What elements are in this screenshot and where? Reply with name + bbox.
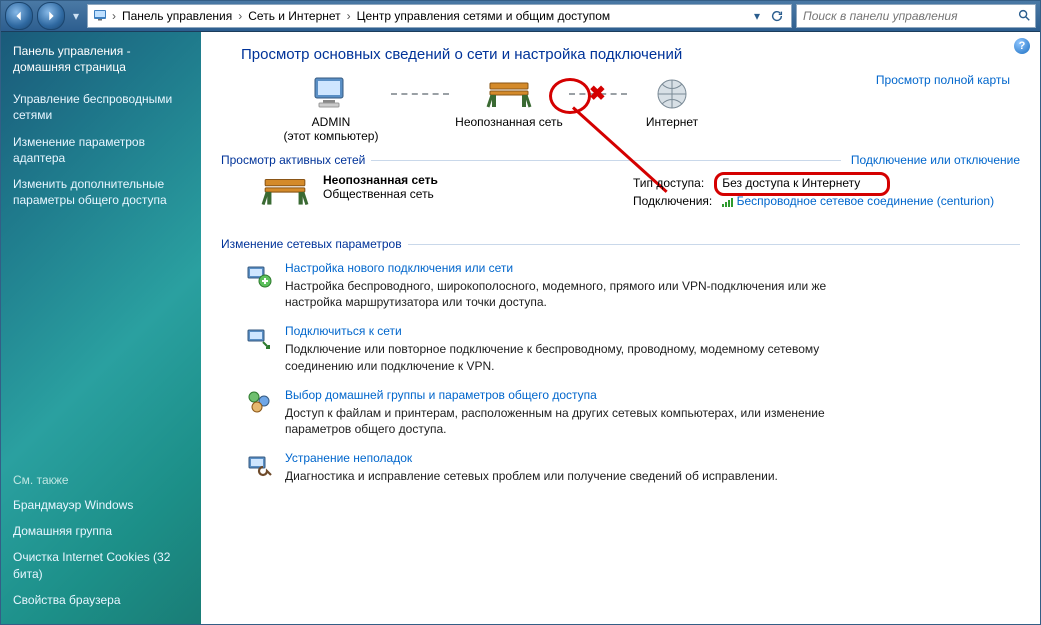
see-also-homegroup[interactable]: Домашняя группа	[13, 523, 189, 539]
sidebar-link-adapter[interactable]: Изменение параметров адаптера	[13, 134, 189, 166]
map-node-local-name: ADMIN	[271, 115, 391, 129]
connection-link[interactable]: Беспроводное сетевое соединение (centuri…	[737, 194, 995, 208]
map-node-local-sub: (этот компьютер)	[271, 129, 391, 143]
section-change-settings: Изменение сетевых параметров	[221, 237, 1020, 251]
option-connect-network: Подключиться к сети Подключение или повт…	[245, 324, 1020, 373]
connections-label: Подключения:	[633, 193, 720, 209]
control-panel-icon	[92, 7, 108, 26]
option-desc: Настройка беспроводного, широкополосного…	[285, 278, 845, 310]
breadcrumb-item[interactable]: Центр управления сетями и общим доступом	[355, 9, 613, 23]
map-node-network-name: Неопознанная сеть	[449, 115, 569, 129]
refresh-button[interactable]	[767, 7, 787, 25]
breadcrumb-sep: ›	[110, 9, 118, 23]
search-input[interactable]	[801, 8, 1017, 24]
map-node-internet-name: Интернет	[627, 115, 717, 129]
options-list: Настройка нового подключения или сети На…	[245, 261, 1020, 484]
map-connection-broken: ✖	[569, 93, 627, 95]
sidebar-home-link[interactable]: Панель управления - домашняя страница	[13, 44, 189, 75]
search-box[interactable]	[796, 4, 1036, 28]
section-active-networks: Просмотр активных сетей Подключение или …	[221, 153, 1020, 167]
homegroup-icon	[245, 388, 273, 416]
see-also-cookies[interactable]: Очистка Internet Cookies (32 бита)	[13, 549, 189, 581]
computer-icon	[271, 73, 391, 115]
active-network-name: Неопознанная сеть	[323, 173, 438, 187]
map-connection-line	[391, 93, 449, 95]
option-troubleshoot: Устранение неполадок Диагностика и испра…	[245, 451, 1020, 484]
option-desc: Подключение или повторное подключение к …	[285, 341, 845, 373]
sidebar: Панель управления - домашняя страница Уп…	[1, 32, 201, 624]
breadcrumb-item[interactable]: Сеть и Интернет	[246, 9, 342, 23]
address-dropdown[interactable]: ▾	[747, 7, 767, 25]
access-type-label: Тип доступа:	[633, 175, 720, 191]
wifi-signal-icon	[722, 197, 733, 207]
help-icon[interactable]: ?	[1014, 38, 1030, 54]
option-title[interactable]: Подключиться к сети	[285, 324, 845, 338]
see-also-browser[interactable]: Свойства браузера	[13, 592, 189, 608]
view-full-map-link[interactable]: Просмотр полной карты	[876, 73, 1010, 87]
globe-icon	[627, 73, 717, 115]
broken-x-icon: ✖	[589, 81, 606, 106]
option-homegroup: Выбор домашней группы и параметров общег…	[245, 388, 1020, 437]
content-area: ? Просмотр основных сведений о сети и на…	[201, 32, 1040, 624]
section-label: Изменение сетевых параметров	[221, 237, 402, 251]
see-also-firewall[interactable]: Брандмауэр Windows	[13, 497, 189, 513]
nav-forward-button[interactable]	[37, 2, 65, 30]
sidebar-link-sharing[interactable]: Изменить дополнительные параметры общего…	[13, 176, 189, 208]
breadcrumb-item[interactable]: Панель управления	[120, 9, 234, 23]
active-network-type[interactable]: Общественная сеть	[323, 187, 438, 201]
section-label: Просмотр активных сетей	[221, 153, 365, 167]
map-node-local: ADMIN (этот компьютер)	[271, 73, 391, 143]
option-title[interactable]: Настройка нового подключения или сети	[285, 261, 845, 275]
option-title[interactable]: Выбор домашней группы и параметров общег…	[285, 388, 845, 402]
option-desc: Диагностика и исправление сетевых пробле…	[285, 468, 778, 484]
sidebar-link-wireless[interactable]: Управление беспроводными сетями	[13, 91, 189, 123]
page-title: Просмотр основных сведений о сети и наст…	[241, 46, 1020, 63]
search-icon[interactable]	[1017, 8, 1031, 25]
nav-history-dropdown[interactable]: ▾	[69, 3, 83, 29]
new-connection-icon	[245, 261, 273, 289]
option-desc: Доступ к файлам и принтерам, расположенн…	[285, 405, 845, 437]
titlebar: ▾ › Панель управления › Сеть и Интернет …	[1, 1, 1040, 32]
breadcrumb-sep: ›	[236, 9, 244, 23]
option-new-connection: Настройка нового подключения или сети На…	[245, 261, 1020, 310]
address-tools: ▾	[747, 7, 787, 25]
map-node-internet: Интернет	[627, 73, 717, 129]
access-type-value: Без доступа к Интернету	[722, 176, 860, 190]
bench-icon	[261, 173, 309, 209]
breadcrumb-sep: ›	[345, 9, 353, 23]
window: ▾ › Панель управления › Сеть и Интернет …	[0, 0, 1041, 625]
troubleshoot-icon	[245, 451, 273, 479]
nav-back-button[interactable]	[5, 2, 33, 30]
address-bar[interactable]: › Панель управления › Сеть и Интернет › …	[87, 4, 792, 28]
connect-disconnect-link[interactable]: Подключение или отключение	[851, 153, 1020, 167]
option-title[interactable]: Устранение неполадок	[285, 451, 778, 465]
map-node-network: Неопознанная сеть	[449, 73, 569, 129]
see-also-heading: См. также	[13, 473, 189, 487]
active-network-block: Неопознанная сеть Общественная сеть Тип …	[261, 173, 1020, 209]
connect-network-icon	[245, 324, 273, 352]
bench-icon	[449, 73, 569, 115]
